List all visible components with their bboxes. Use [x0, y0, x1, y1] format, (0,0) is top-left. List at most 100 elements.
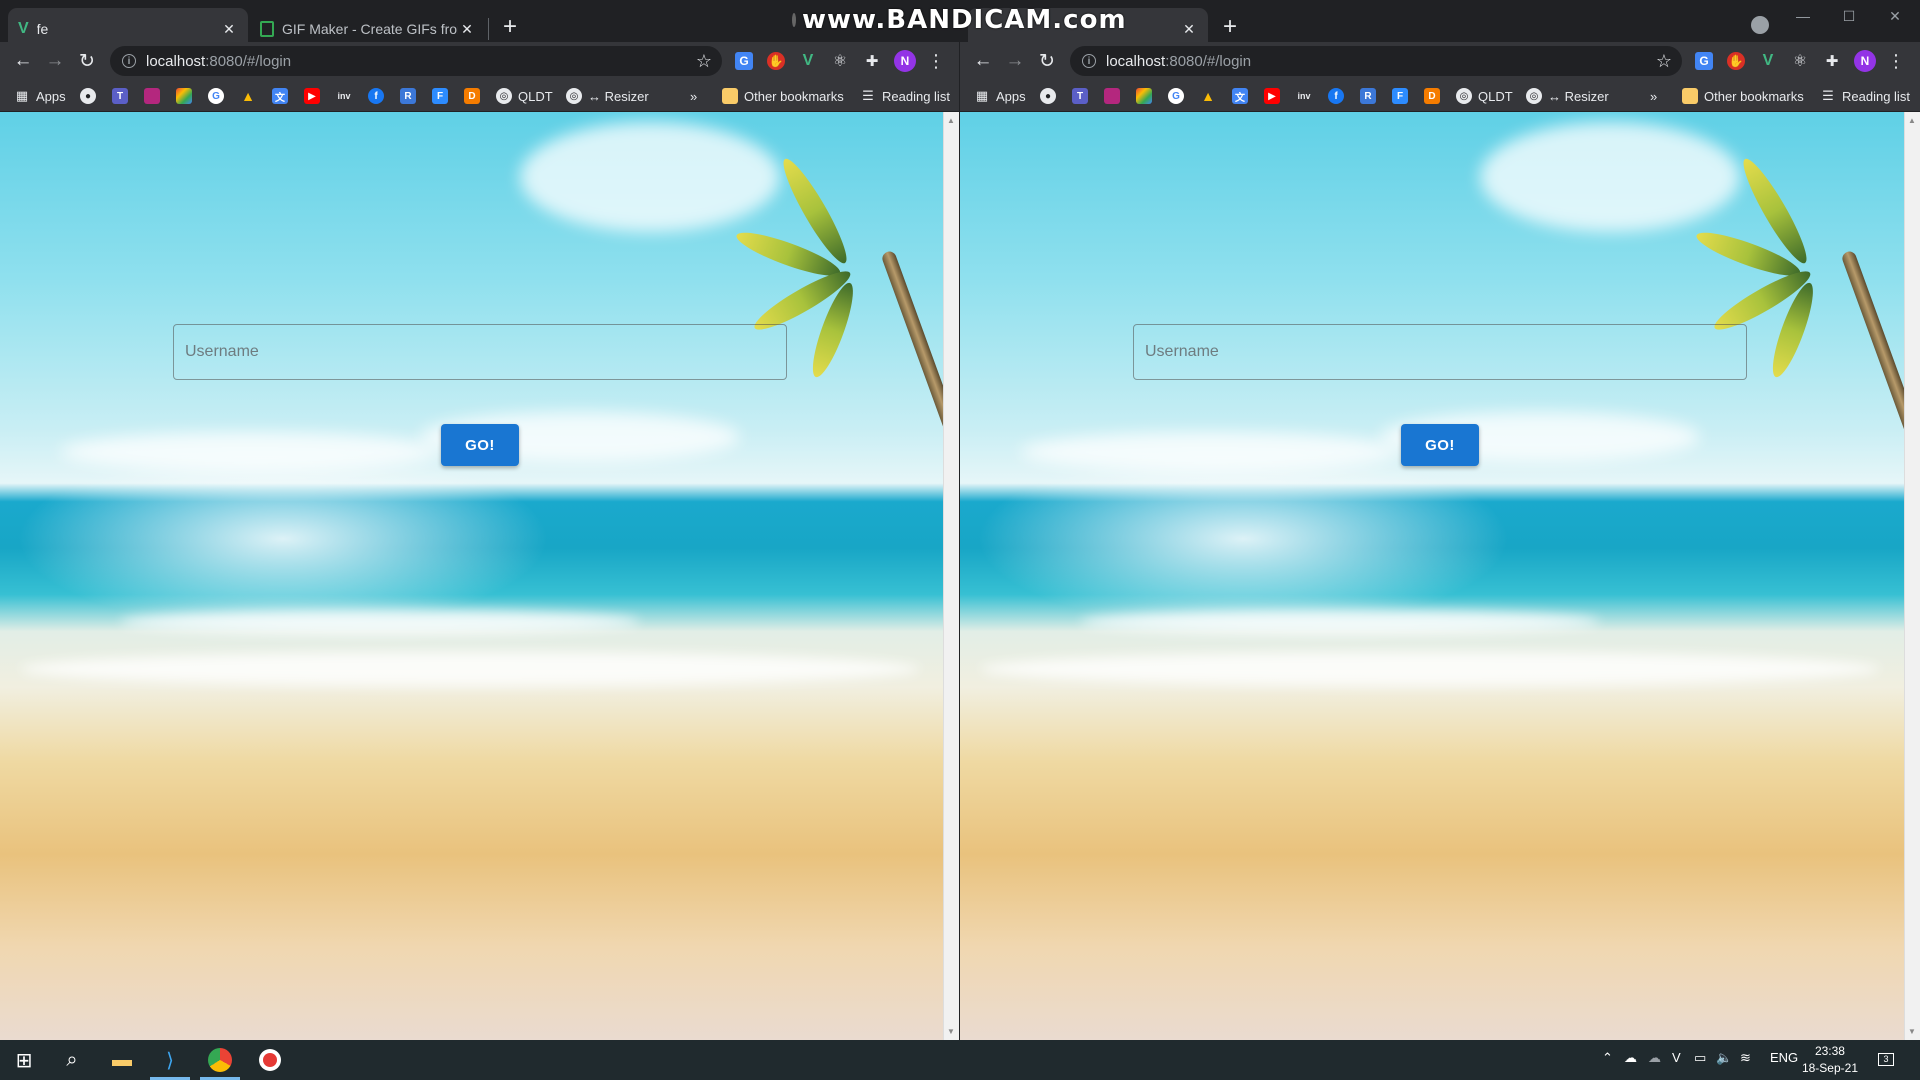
file-explorer-icon[interactable]: ▬: [98, 1040, 146, 1080]
close-tab-icon[interactable]: ✕: [220, 20, 238, 38]
bookmark-inv[interactable]: inv: [336, 86, 352, 106]
bookmark-d[interactable]: D: [1424, 86, 1440, 106]
address-bar[interactable]: i localhost:8080/#/login ☆: [110, 46, 722, 76]
go-button[interactable]: GO!: [441, 424, 519, 466]
extensions-puzzle-icon[interactable]: ✚: [863, 52, 881, 70]
facebook-icon: f: [1328, 88, 1344, 104]
reload-icon[interactable]: ↻: [74, 48, 100, 74]
scroll-up-icon[interactable]: ▲: [1908, 116, 1916, 125]
bookmark-star-icon[interactable]: ☆: [696, 51, 712, 72]
language-indicator[interactable]: ENG: [1770, 1050, 1798, 1065]
minimize-icon[interactable]: —: [1780, 0, 1826, 32]
hand-extension-icon[interactable]: ✋: [1727, 52, 1745, 70]
bookmark-facebook[interactable]: f: [368, 86, 384, 106]
bookmark-drive[interactable]: ▲: [1200, 86, 1216, 106]
username-input[interactable]: Username: [1133, 324, 1747, 380]
translate-extension-icon[interactable]: G: [1695, 52, 1713, 70]
reload-icon[interactable]: ↻: [1034, 48, 1060, 74]
page-scrollbar[interactable]: ▲ ▼: [1904, 112, 1920, 1040]
bookmarks-overflow[interactable]: »: [1650, 86, 1657, 106]
bookmark-r[interactable]: R: [1360, 86, 1376, 106]
chrome-icon[interactable]: [196, 1040, 244, 1080]
username-input[interactable]: Username: [173, 324, 787, 380]
bookmark-grid[interactable]: [176, 86, 192, 106]
vscode-icon[interactable]: ⟩: [146, 1040, 194, 1080]
bookmark-translate[interactable]: 文: [1232, 86, 1248, 106]
vue-devtools-icon[interactable]: V: [1759, 52, 1777, 70]
bookmark-f[interactable]: F: [1392, 86, 1408, 106]
browser-menu-icon[interactable]: ⋮: [926, 48, 946, 74]
forward-icon[interactable]: →: [42, 48, 68, 74]
site-info-icon[interactable]: i: [1082, 54, 1096, 68]
onedrive-personal-icon[interactable]: ☁: [1648, 1050, 1661, 1066]
bookmark-reading-list[interactable]: ☰ Reading list: [860, 86, 950, 106]
tray-chevron-icon[interactable]: ⌃: [1602, 1050, 1613, 1066]
close-window-icon[interactable]: ✕: [1872, 0, 1918, 32]
browser-menu-icon[interactable]: ⋮: [1886, 48, 1906, 74]
bookmark-star-icon[interactable]: ☆: [1656, 51, 1672, 72]
new-tab-button[interactable]: +: [496, 13, 524, 41]
new-tab-button[interactable]: +: [1216, 13, 1244, 41]
maximize-icon[interactable]: ☐: [1826, 0, 1872, 32]
bookmark-apps[interactable]: ▦ Apps: [974, 86, 1026, 106]
bookmark-google[interactable]: G: [1168, 86, 1184, 106]
notifications-icon[interactable]: 3: [1878, 1050, 1894, 1066]
scroll-down-icon[interactable]: ▼: [1908, 1027, 1916, 1036]
wifi-icon[interactable]: ≋: [1740, 1050, 1751, 1066]
bookmark-youtube[interactable]: ▶: [304, 86, 320, 106]
search-icon[interactable]: ⌕: [48, 1040, 96, 1080]
react-devtools-icon[interactable]: ⚛: [831, 52, 849, 70]
bookmark-github[interactable]: ●: [1040, 86, 1056, 106]
go-button[interactable]: GO!: [1401, 424, 1479, 466]
onedrive-icon[interactable]: ☁: [1624, 1050, 1637, 1066]
bookmark-reading-list[interactable]: ☰ Reading list: [1820, 86, 1910, 106]
bookmark-r[interactable]: R: [400, 86, 416, 106]
vivaldi-tray-icon[interactable]: V: [1672, 1050, 1681, 1065]
react-devtools-icon[interactable]: ⚛: [1791, 52, 1809, 70]
bookmark-purple[interactable]: [144, 86, 160, 106]
bookmark-resizer[interactable]: ◎ ↔ Resizer: [566, 86, 649, 106]
bookmark-grid[interactable]: [1136, 86, 1152, 106]
close-tab-icon[interactable]: ✕: [1180, 20, 1198, 38]
extensions-puzzle-icon[interactable]: ✚: [1823, 52, 1841, 70]
bookmark-qldt[interactable]: ◎ QLDT: [1456, 86, 1513, 106]
bookmark-teams[interactable]: T: [112, 86, 128, 106]
profile-avatar[interactable]: N: [1854, 50, 1876, 72]
forward-icon[interactable]: →: [1002, 48, 1028, 74]
bookmark-inv[interactable]: inv: [1296, 86, 1312, 106]
bookmark-purple[interactable]: [1104, 86, 1120, 106]
vue-devtools-icon[interactable]: V: [799, 52, 817, 70]
bookmarks-overflow[interactable]: »: [690, 86, 697, 106]
bookmark-apps[interactable]: ▦ Apps: [14, 86, 66, 106]
bookmark-resizer[interactable]: ◎ ↔ Resizer: [1526, 86, 1609, 106]
bookmark-facebook[interactable]: f: [1328, 86, 1344, 106]
windows-start-icon[interactable]: ⊞: [0, 1040, 48, 1080]
volume-icon[interactable]: 🔈: [1716, 1050, 1732, 1066]
bookmark-github[interactable]: ●: [80, 86, 96, 106]
close-tab-icon[interactable]: ✕: [458, 20, 476, 38]
battery-icon[interactable]: ▭: [1694, 1050, 1706, 1066]
site-info-icon[interactable]: i: [122, 54, 136, 68]
translate-extension-icon[interactable]: G: [735, 52, 753, 70]
bookmark-google[interactable]: G: [208, 86, 224, 106]
bookmark-drive[interactable]: ▲: [240, 86, 256, 106]
clock[interactable]: 23:38 18-Sep-21: [1802, 1043, 1858, 1077]
bookmark-translate[interactable]: 文: [272, 86, 288, 106]
bookmark-d[interactable]: D: [464, 86, 480, 106]
tab-search-icon[interactable]: [1751, 16, 1769, 34]
scroll-down-icon[interactable]: ▼: [947, 1027, 955, 1036]
bookmark-other[interactable]: Other bookmarks: [1682, 86, 1804, 106]
bookmark-f[interactable]: F: [432, 86, 448, 106]
scroll-up-icon[interactable]: ▲: [947, 116, 955, 125]
page-scrollbar[interactable]: ▲ ▼: [943, 112, 959, 1040]
address-bar[interactable]: i localhost:8080/#/login ☆: [1070, 46, 1682, 76]
back-icon[interactable]: ←: [10, 48, 36, 74]
bandicam-record-icon[interactable]: [246, 1040, 294, 1080]
hand-extension-icon[interactable]: ✋: [767, 52, 785, 70]
bookmark-youtube[interactable]: ▶: [1264, 86, 1280, 106]
bookmark-teams[interactable]: T: [1072, 86, 1088, 106]
back-icon[interactable]: ←: [970, 48, 996, 74]
bookmark-other[interactable]: Other bookmarks: [722, 86, 844, 106]
bookmark-qldt[interactable]: ◎ QLDT: [496, 86, 553, 106]
profile-avatar[interactable]: N: [894, 50, 916, 72]
